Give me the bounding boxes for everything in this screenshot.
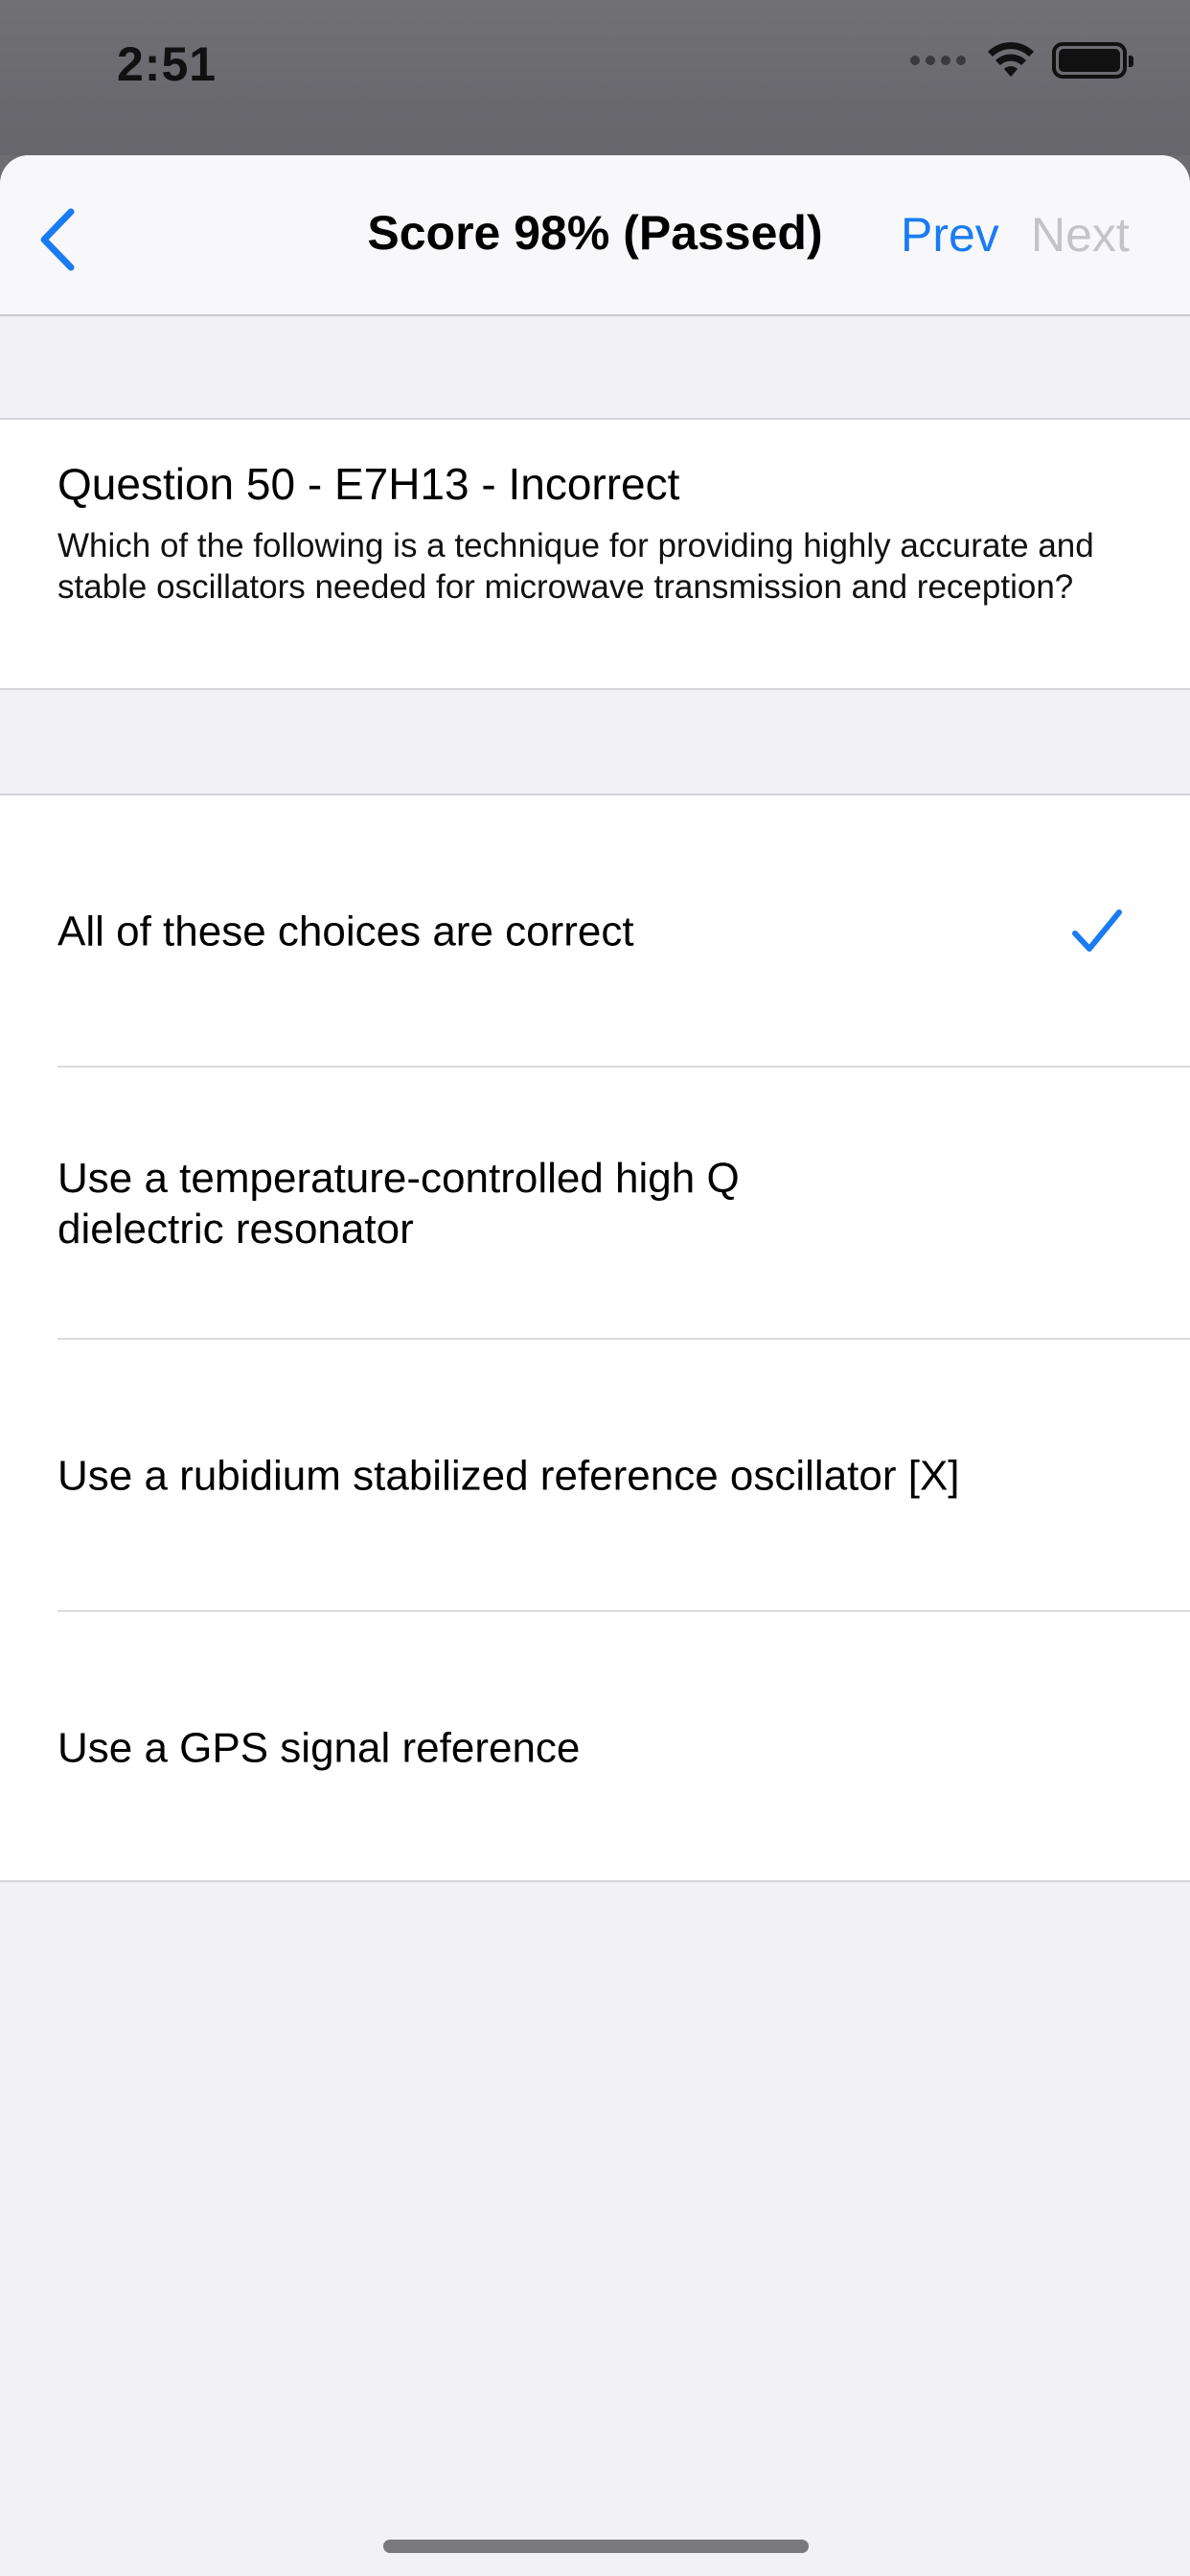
status-icons	[910, 42, 1133, 79]
question-heading: Question 50 - E7H13 - Incorrect	[57, 459, 680, 509]
choice-label: Use a rubidium stabilized reference osci…	[57, 1452, 960, 1500]
choice-row[interactable]: Use a rubidium stabilized reference osci…	[0, 1340, 1190, 1612]
page-title: Score 98% (Passed)	[367, 206, 823, 260]
home-indicator[interactable]	[383, 2540, 809, 2553]
prev-button[interactable]: Prev	[901, 207, 999, 263]
choice-row[interactable]: All of these choices are correct	[0, 795, 1190, 1068]
choice-row[interactable]: Use a GPS signal reference	[0, 1612, 1190, 1884]
signal-dots-icon	[910, 56, 966, 65]
answer-choices-list: All of these choices are correct Use a t…	[0, 794, 1190, 1882]
status-time: 2:51	[117, 37, 217, 91]
checkmark-icon	[1072, 909, 1122, 952]
choice-label: All of these choices are correct	[57, 908, 634, 955]
choice-label: Use a GPS signal reference	[57, 1724, 581, 1772]
question-text: Which of the following is a technique fo…	[57, 527, 1094, 606]
choice-row[interactable]: Use a temperature-controlled high Q diel…	[0, 1068, 1190, 1340]
modal-sheet: Score 98% (Passed) Prev Next Question 50…	[0, 155, 1190, 2576]
next-button[interactable]: Next	[1031, 207, 1130, 263]
navigation-bar: Score 98% (Passed) Prev Next	[0, 155, 1190, 316]
choice-label: Use a temperature-controlled high Q diel…	[57, 1155, 740, 1253]
status-bar: 2:51	[0, 0, 1190, 155]
wifi-icon	[987, 42, 1035, 79]
battery-icon	[1052, 42, 1133, 79]
question-card: Question 50 - E7H13 - Incorrect Which of…	[0, 418, 1190, 690]
